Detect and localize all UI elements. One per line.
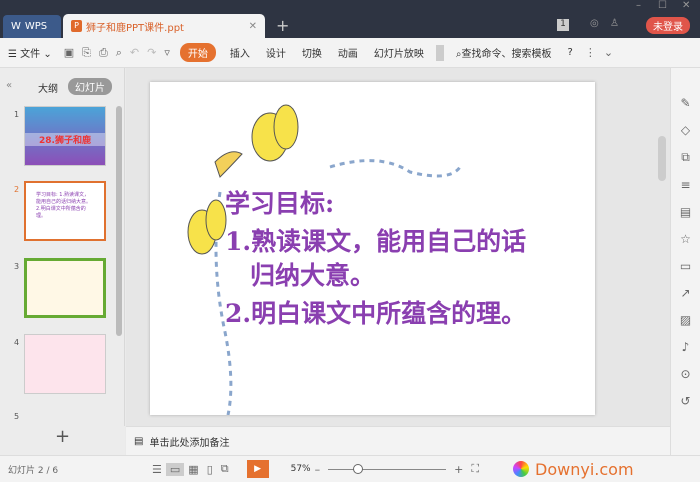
minimize-button[interactable]: – (636, 0, 641, 11)
normal-view-icon[interactable]: ▭ (165, 462, 185, 476)
zoom-slider[interactable] (328, 463, 447, 474)
zoom-level[interactable]: 57% (291, 464, 311, 474)
sound-icon[interactable]: ♪ (682, 340, 690, 354)
save-icon[interactable]: ▣ (60, 46, 78, 59)
color-logo-icon (513, 461, 530, 477)
status-bar: 幻灯片 2 / 6 ☰ ▭ ▦ ▯ ⧉ ▶ 57% – + ⛶ Downyi.c… (0, 455, 700, 482)
fit-window-icon[interactable]: ⛶ (467, 462, 483, 476)
notes-icon: ▤ (134, 435, 144, 447)
star-icon[interactable]: ☆ (680, 232, 691, 246)
login-button[interactable]: 未登录 (646, 17, 690, 34)
notes-bar[interactable]: ▤ 单击此处添加备注 (126, 426, 670, 455)
template-icon[interactable]: ▤ (680, 205, 691, 219)
settings-icon[interactable]: ≡ (680, 178, 690, 192)
zoom-in-button[interactable]: + (450, 463, 467, 476)
toolbar: ☰ 文件 ⌄ ▣ ⎘ ⎙ ⌕ ↶ ↷ ▿ 开始 插入 设计 切换 动画 幻灯片放… (0, 38, 700, 68)
slide-line-1b: 归纳大意。 (250, 261, 376, 290)
pin-icon[interactable]: ✎ (680, 96, 690, 110)
help-button[interactable]: ? (560, 47, 581, 58)
shirt-icon[interactable]: ♙ (610, 18, 619, 29)
badge-count: 1 (557, 19, 569, 31)
copy-icon[interactable]: ⧉ (681, 150, 690, 165)
slide-counter: 幻灯片 2 / 6 (8, 465, 59, 476)
location-icon[interactable]: ⊙ (680, 367, 690, 381)
add-slide-button[interactable]: + (0, 426, 125, 455)
tab-outline[interactable]: 大纲 (38, 80, 58, 95)
undo-icon[interactable]: ↶ (126, 46, 143, 59)
ppt-file-icon: P (71, 20, 82, 32)
export-icon[interactable]: ⎘ (78, 46, 95, 60)
slide-heading: 学习目标: (225, 189, 335, 218)
maximize-button[interactable]: ☐ (658, 0, 667, 11)
tab-design[interactable]: 设计 (258, 45, 294, 60)
slide-thumbnail-1[interactable]: 28.狮子和鹿 (24, 106, 106, 166)
canvas-scrollbar[interactable] (658, 136, 666, 181)
tab-slideshow[interactable]: 幻灯片放映 (366, 45, 432, 60)
tab-start[interactable]: 开始 (179, 43, 216, 62)
share-icon[interactable]: ↗ (680, 286, 690, 300)
collapse-ribbon-icon[interactable]: ⌄ (600, 46, 617, 59)
redo-icon[interactable]: ↷ (143, 46, 160, 59)
tab-insert[interactable]: 插入 (222, 45, 258, 60)
dropdown-icon[interactable]: ▿ (160, 46, 174, 59)
slide[interactable]: 学习目标: 1.熟读课文，能用自己的话 归纳大意。 2.明白课文中所蕴含的理。 (150, 82, 595, 415)
document-tab[interactable]: P 狮子和鹿PPT课件.ppt ✕ (63, 14, 265, 38)
close-window-button[interactable]: ✕ (682, 0, 690, 11)
preview-icon[interactable]: ⌕ (112, 46, 126, 60)
more-icon[interactable]: ⋮ (581, 46, 600, 59)
box-icon[interactable]: ▭ (680, 259, 691, 273)
zoom-slider-thumb[interactable] (353, 463, 364, 474)
file-menu[interactable]: ☰ 文件 ⌄ (0, 45, 60, 60)
image-icon[interactable]: ▨ (680, 313, 691, 327)
skin-icon[interactable]: ◎ (590, 18, 599, 29)
close-tab-icon[interactable]: ✕ (249, 21, 257, 32)
right-sidebar: ✎ ◇ ⧉ ≡ ▤ ☆ ▭ ↗ ▨ ♪ ⊙ ↺ (670, 68, 700, 455)
slide-thumbnail-3[interactable] (24, 258, 106, 318)
more-tabs-button[interactable] (435, 44, 444, 61)
tab-transition[interactable]: 切换 (294, 45, 330, 60)
slide-panel: « 大纲 幻灯片 1 28.狮子和鹿 2 学习目标: 1.熟读课文，能用自己的话… (0, 68, 125, 426)
outline-view-icon[interactable]: ☰ (148, 463, 166, 476)
presenter-view-icon[interactable]: ⧉ (217, 462, 233, 476)
slide-thumbnail-4[interactable] (24, 334, 106, 394)
new-tab-button[interactable]: + (276, 16, 289, 35)
tab-slides[interactable]: 幻灯片 (68, 78, 112, 95)
panel-scrollbar[interactable] (116, 106, 122, 336)
watermark: Downyi.com (535, 459, 634, 479)
wps-home-tab[interactable]: W WPS (3, 15, 61, 38)
play-slideshow-button[interactable]: ▶ (246, 460, 269, 478)
zoom-out-button[interactable]: – (311, 463, 325, 476)
tab-animation[interactable]: 动画 (330, 45, 366, 60)
search-command[interactable]: ⌕查找命令、搜索模板 (448, 45, 560, 60)
sorter-view-icon[interactable]: ▦ (184, 463, 202, 476)
wps-logo-icon: W (11, 21, 21, 32)
title-bar: W WPS P 狮子和鹿PPT课件.ppt ✕ + 1 ◎ ♙ 未登录 – ☐ ✕ (0, 0, 700, 38)
shape-icon[interactable]: ◇ (681, 123, 690, 137)
reading-view-icon[interactable]: ▯ (203, 463, 217, 476)
slide-thumbnail-2[interactable]: 学习目标: 1.熟读课文，能用自己的话归纳大意。2.明白课文中所蕴含的理。 (24, 181, 106, 241)
slide-line-2: 2.明白课文中所蕴含的理。 (225, 299, 527, 328)
history-icon[interactable]: ↺ (680, 394, 690, 408)
slide-line-1: 1.熟读课文，能用自己的话 (225, 227, 527, 256)
collapse-panel-icon[interactable]: « (6, 80, 12, 91)
print-icon[interactable]: ⎙ (95, 46, 112, 60)
